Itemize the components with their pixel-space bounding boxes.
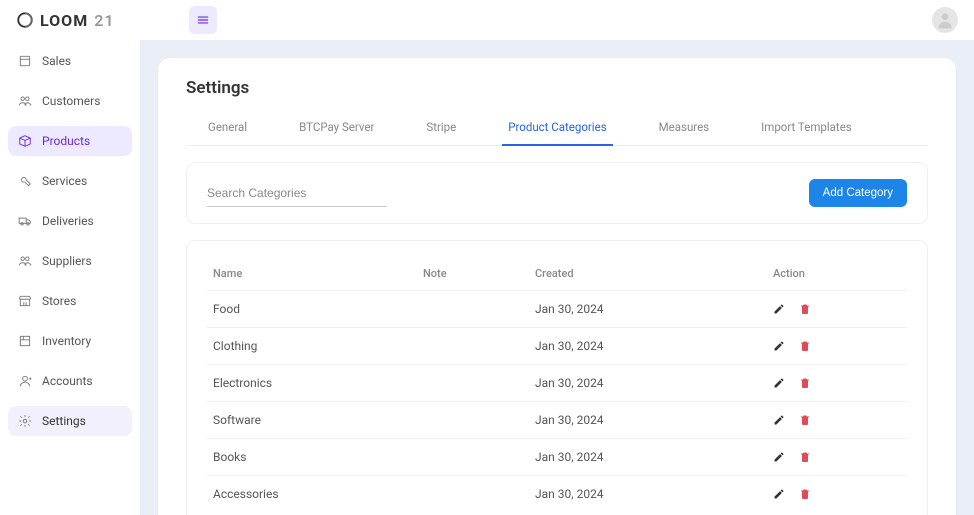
edit-icon[interactable]: [773, 451, 785, 463]
sales-icon: [18, 54, 32, 68]
cell-action: [767, 439, 907, 476]
sidebar-item-label: Stores: [42, 294, 76, 308]
cell-name: Electronics: [207, 365, 417, 402]
delete-icon[interactable]: [799, 377, 811, 389]
cell-action: [767, 476, 907, 513]
sidebar-item-label: Inventory: [42, 334, 91, 348]
sidebar-item-accounts[interactable]: Accounts: [8, 366, 132, 396]
tab-product-categories[interactable]: Product Categories: [502, 112, 612, 146]
cell-note: [417, 365, 529, 402]
table-row: Food Jan 30, 2024: [207, 291, 907, 328]
sidebar-item-label: Suppliers: [42, 254, 92, 268]
cell-created: Jan 30, 2024: [529, 402, 767, 439]
services-icon: [18, 174, 32, 188]
cell-created: Jan 30, 2024: [529, 328, 767, 365]
categories-table: Name Note Created Action Food Jan 30, 20…: [207, 257, 907, 512]
products-icon: [18, 134, 32, 148]
deliveries-icon: [18, 214, 32, 228]
cell-created: Jan 30, 2024: [529, 476, 767, 513]
logo-icon: [16, 11, 34, 29]
menu-toggle-button[interactable]: [189, 6, 217, 34]
sidebar-item-label: Services: [42, 174, 87, 188]
add-category-button[interactable]: Add Category: [809, 179, 907, 207]
sidebar-item-inventory[interactable]: Inventory: [8, 326, 132, 356]
customers-icon: [18, 94, 32, 108]
tab-stripe[interactable]: Stripe: [420, 112, 462, 145]
th-note: Note: [417, 257, 529, 291]
logo[interactable]: LOOM 21: [16, 11, 115, 30]
cell-action: [767, 291, 907, 328]
th-created: Created: [529, 257, 767, 291]
table-row: Accessories Jan 30, 2024: [207, 476, 907, 513]
accounts-icon: [18, 374, 32, 388]
edit-icon[interactable]: [773, 488, 785, 500]
cell-note: [417, 402, 529, 439]
sidebar-item-label: Accounts: [42, 374, 93, 388]
sidebar-item-settings[interactable]: Settings: [8, 406, 132, 436]
stores-icon: [18, 294, 32, 308]
inventory-icon: [18, 334, 32, 348]
sidebar-item-label: Settings: [42, 414, 86, 428]
cell-name: Software: [207, 402, 417, 439]
tab-general[interactable]: General: [202, 112, 253, 145]
delete-icon[interactable]: [799, 488, 811, 500]
avatar[interactable]: [932, 7, 958, 33]
delete-icon[interactable]: [799, 303, 811, 315]
cell-note: [417, 328, 529, 365]
cell-name: Accessories: [207, 476, 417, 513]
cell-note: [417, 439, 529, 476]
sidebar-item-stores[interactable]: Stores: [8, 286, 132, 316]
sidebar-item-sales[interactable]: Sales: [8, 46, 132, 76]
cell-action: [767, 328, 907, 365]
tab-import-templates[interactable]: Import Templates: [755, 112, 858, 145]
edit-icon[interactable]: [773, 303, 785, 315]
sidebar-item-services[interactable]: Services: [8, 166, 132, 196]
cell-name: Books: [207, 439, 417, 476]
delete-icon[interactable]: [799, 340, 811, 352]
settings-icon: [18, 414, 32, 428]
sidebar-item-label: Customers: [42, 94, 100, 108]
cell-action: [767, 365, 907, 402]
sidebar-item-customers[interactable]: Customers: [8, 86, 132, 116]
search-input[interactable]: [207, 180, 387, 207]
menu-icon: [196, 13, 210, 27]
sidebar-item-suppliers[interactable]: Suppliers: [8, 246, 132, 276]
sidebar-item-label: Sales: [42, 54, 71, 68]
user-icon: [935, 10, 955, 30]
tabs: General BTCPay Server Stripe Product Catego…: [186, 112, 928, 146]
th-action: Action: [767, 257, 907, 291]
table-row: Software Jan 30, 2024: [207, 402, 907, 439]
sidebar: Sales Customers Products Services Deliveries…: [0, 40, 140, 515]
brand-suffix: 21: [94, 11, 114, 30]
page-title: Settings: [186, 78, 928, 98]
delete-icon[interactable]: [799, 414, 811, 426]
suppliers-icon: [18, 254, 32, 268]
table-row: Clothing Jan 30, 2024: [207, 328, 907, 365]
cell-name: Food: [207, 291, 417, 328]
cell-note: [417, 291, 529, 328]
delete-icon[interactable]: [799, 451, 811, 463]
sidebar-item-deliveries[interactable]: Deliveries: [8, 206, 132, 236]
edit-icon[interactable]: [773, 414, 785, 426]
table-row: Books Jan 30, 2024: [207, 439, 907, 476]
sidebar-item-label: Products: [42, 134, 90, 148]
cell-note: [417, 476, 529, 513]
tab-btcpay-server[interactable]: BTCPay Server: [293, 112, 380, 145]
cell-created: Jan 30, 2024: [529, 291, 767, 328]
cell-name: Clothing: [207, 328, 417, 365]
th-name: Name: [207, 257, 417, 291]
tab-measures[interactable]: Measures: [653, 112, 716, 145]
edit-icon[interactable]: [773, 340, 785, 352]
sidebar-item-label: Deliveries: [42, 214, 94, 228]
table-row: Electronics Jan 30, 2024: [207, 365, 907, 402]
sidebar-item-products[interactable]: Products: [8, 126, 132, 156]
cell-created: Jan 30, 2024: [529, 365, 767, 402]
brand-name: LOOM: [40, 11, 88, 30]
cell-action: [767, 402, 907, 439]
edit-icon[interactable]: [773, 377, 785, 389]
content: Settings General BTCPay Server Stripe Produ…: [140, 40, 974, 515]
cell-created: Jan 30, 2024: [529, 439, 767, 476]
